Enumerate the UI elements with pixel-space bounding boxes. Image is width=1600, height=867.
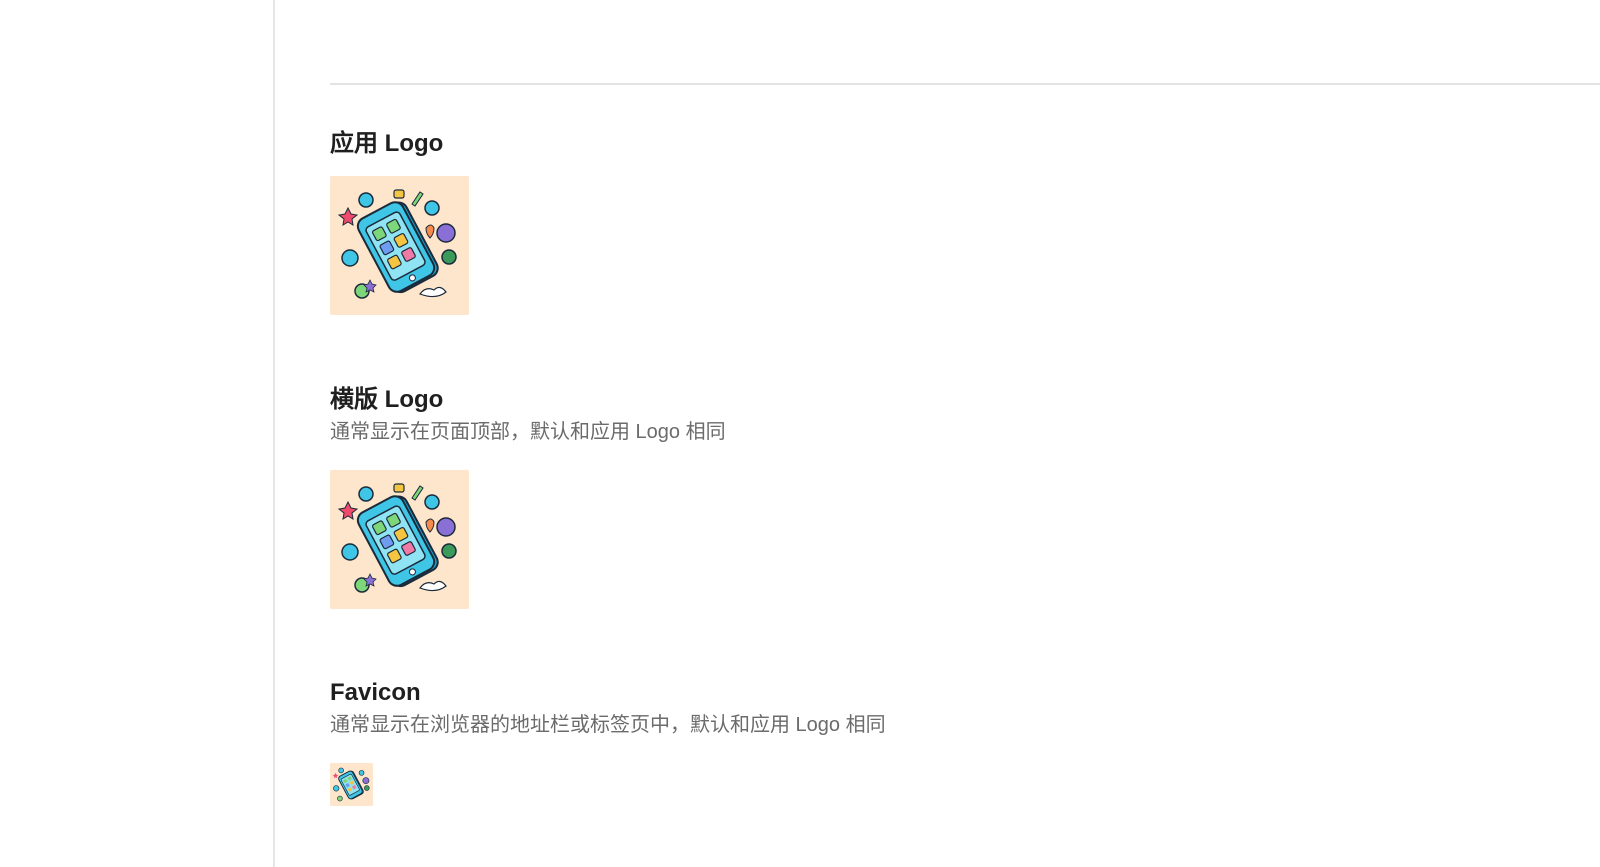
app-logo-section: 应用 Logo [330,128,443,160]
page: 应用 Logo 横版 Logo 通常显示在页面顶部，默认和应用 Logo 相同 … [0,0,1600,867]
smartphone-apps-illustration-icon [330,470,469,609]
horizontal-logo-title: 横版 Logo [330,386,444,413]
app-logo-title: 应用 Logo [330,130,444,157]
app-logo-image[interactable] [330,176,469,315]
sidebar [0,0,275,867]
favicon-title: Favicon [330,679,421,706]
horizontal-logo-description: 通常显示在页面顶部，默认和应用 Logo 相同 [330,421,726,443]
favicon-description: 通常显示在浏览器的地址栏或标签页中，默认和应用 Logo 相同 [330,714,886,736]
horizontal-logo-section: 横版 Logo 通常显示在页面顶部，默认和应用 Logo 相同 [330,384,726,446]
section-divider [330,83,1600,85]
main-content: 应用 Logo 横版 Logo 通常显示在页面顶部，默认和应用 Logo 相同 … [330,0,1600,867]
smartphone-apps-illustration-icon [330,176,469,315]
favicon-section: Favicon 通常显示在浏览器的地址栏或标签页中，默认和应用 Logo 相同 [330,677,886,739]
horizontal-logo-image[interactable] [330,470,469,609]
smartphone-apps-illustration-icon [330,763,373,806]
favicon-image[interactable] [330,763,373,806]
